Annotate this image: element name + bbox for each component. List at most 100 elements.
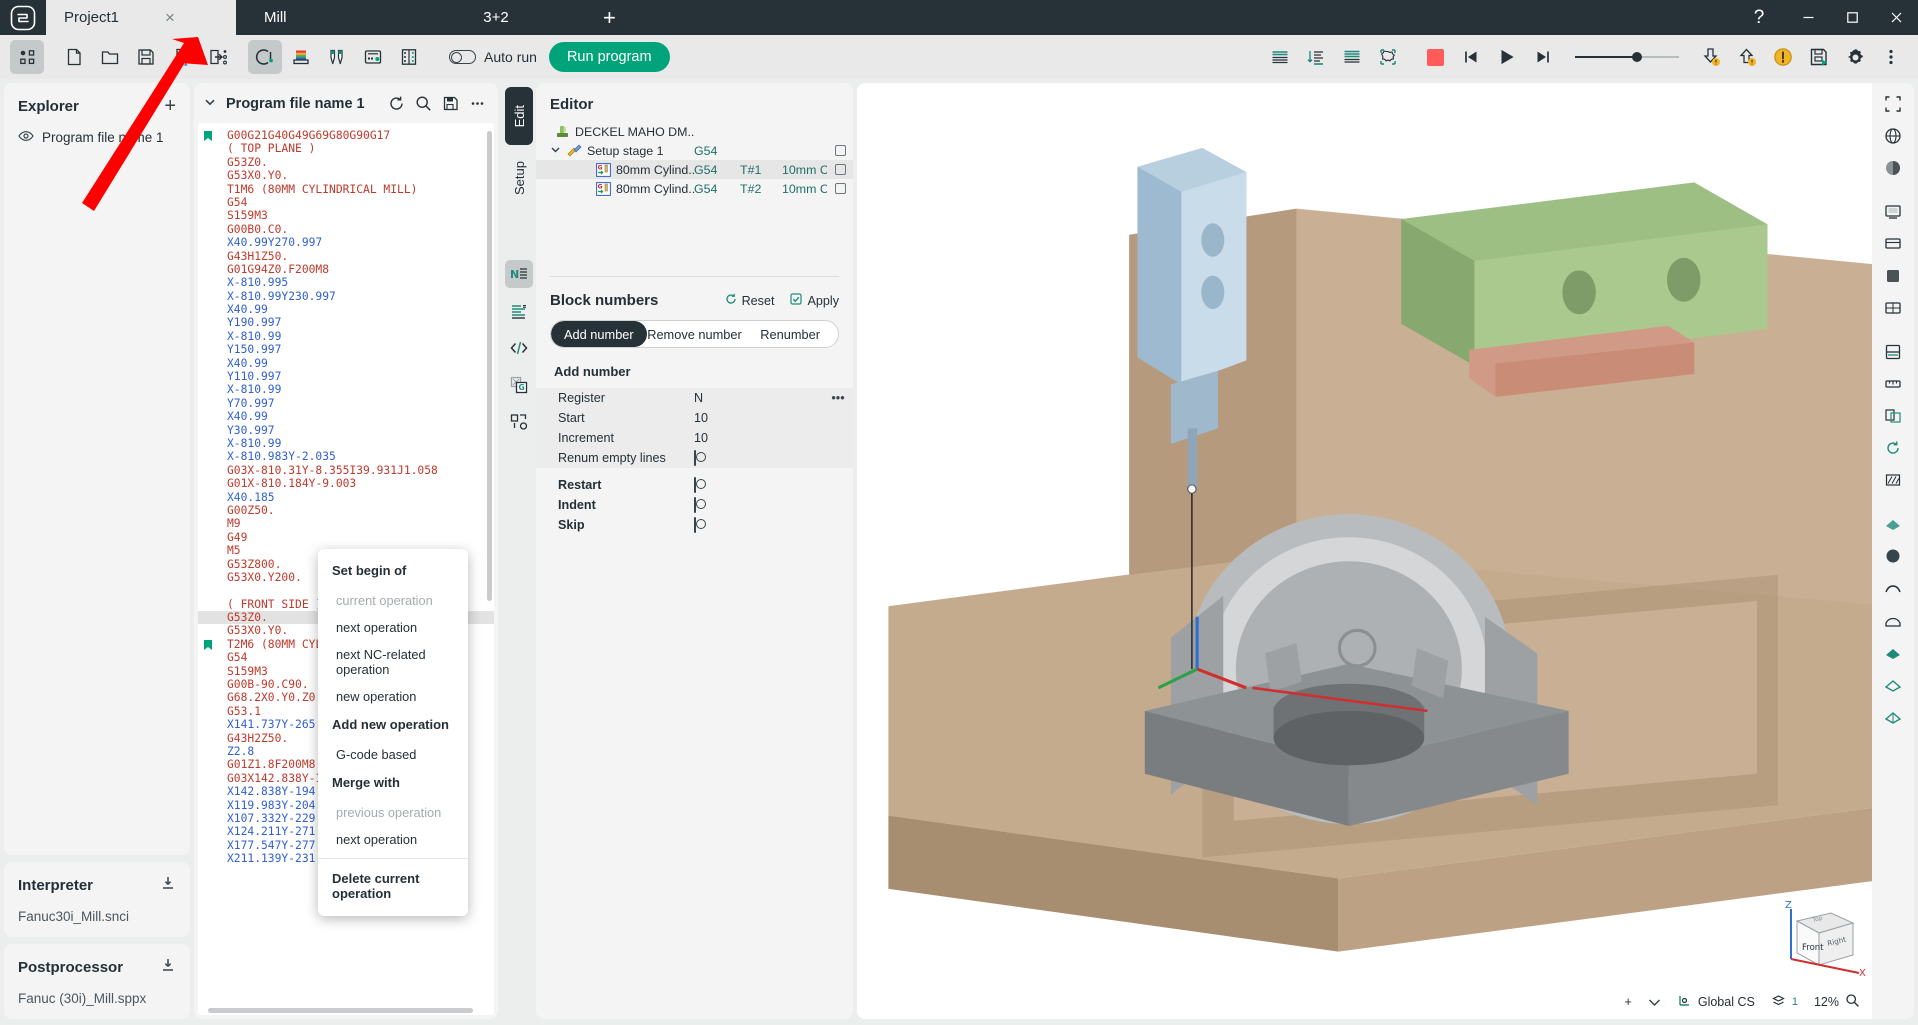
tab-remove-number[interactable]: Remove number — [647, 321, 743, 347]
compare-icon[interactable] — [1877, 401, 1909, 431]
bookmark-icon[interactable] — [203, 130, 217, 142]
tree-row-checkbox[interactable] — [827, 164, 853, 175]
explorer-item-program-file[interactable]: Program file name 1 — [18, 130, 176, 145]
measure-icon[interactable] — [1877, 369, 1909, 399]
transform-icon[interactable] — [505, 408, 533, 436]
download-icon[interactable] — [160, 957, 176, 978]
mode-tab[interactable]: 3+2 — [411, 0, 581, 35]
speed-slider-track[interactable] — [1575, 52, 1679, 62]
open-folder-icon[interactable] — [93, 40, 127, 74]
machine-view-icon[interactable] — [1877, 197, 1909, 227]
gcode-line[interactable]: G43H1Z50. — [198, 250, 494, 263]
line-format-icon[interactable] — [505, 297, 533, 325]
gcode-line[interactable]: G01X-810.184Y-9.003 — [198, 477, 494, 490]
gcode-line[interactable]: G01G94Z0.F200M8 — [198, 263, 494, 276]
sync-icon[interactable] — [1877, 433, 1909, 463]
play-icon[interactable] — [1490, 40, 1524, 74]
vtab-edit[interactable]: Edit — [505, 87, 533, 145]
property-more-icon[interactable]: ••• — [823, 391, 853, 405]
apply-button[interactable]: Apply — [790, 293, 839, 308]
tree-row[interactable]: DECKEL MAHO DM... — [536, 122, 853, 141]
refresh-icon[interactable] — [388, 95, 405, 112]
eye-icon[interactable] — [18, 130, 34, 145]
view-dropdown-chevron-icon[interactable] — [1648, 998, 1661, 1007]
magnifier-icon[interactable] — [1845, 993, 1860, 1011]
section-view-icon[interactable] — [1877, 337, 1909, 367]
gcode-line[interactable]: G49 — [198, 531, 494, 544]
property-row[interactable]: Start 10 — [536, 408, 853, 428]
save-icon[interactable] — [129, 40, 163, 74]
property-row[interactable]: Skip — [536, 515, 853, 535]
property-toggle[interactable] — [694, 517, 696, 533]
property-toggle[interactable] — [694, 450, 696, 466]
import-warn-icon[interactable] — [1694, 40, 1728, 74]
add-tab-button[interactable]: + — [581, 0, 638, 35]
run-program-button[interactable]: Run program — [548, 42, 670, 72]
sort-lines-icon[interactable] — [1299, 40, 1333, 74]
gcode-line[interactable]: G53Z0. — [198, 156, 494, 169]
gcode-line[interactable]: Y70.997 — [198, 397, 494, 410]
wire-view-icon[interactable] — [1877, 293, 1909, 323]
new-file-icon[interactable] — [57, 40, 91, 74]
gcode-line[interactable]: Y150.997 — [198, 343, 494, 356]
tools-icon[interactable] — [320, 40, 354, 74]
search-icon[interactable] — [415, 95, 432, 112]
warning-icon[interactable] — [1766, 40, 1800, 74]
gcode-line[interactable]: X-810.99 — [198, 330, 494, 343]
tree-row[interactable]: Setup stage 1 G54 — [536, 141, 853, 160]
settings-gear-icon[interactable] — [1838, 40, 1872, 74]
gcode-line[interactable]: ( TOP PLANE ) — [198, 142, 494, 155]
property-row[interactable]: Restart — [536, 475, 853, 495]
gcode-line[interactable]: M9 — [198, 517, 494, 530]
gcode-line[interactable]: X-810.99 — [198, 437, 494, 450]
property-value-toggle[interactable] — [694, 450, 823, 466]
control-panel-icon[interactable] — [356, 40, 390, 74]
gcode-line[interactable]: G53X0.Y0. — [198, 169, 494, 182]
plane-3-icon[interactable] — [1877, 669, 1909, 699]
gcode-line[interactable]: G00G21G40G49G69G80G90G17 — [198, 129, 494, 142]
gcode-context-menu[interactable]: Set begin of current operation next operat… — [318, 549, 468, 916]
copy-gcode-icon[interactable]: G — [505, 371, 533, 399]
machine-setup-icon[interactable] — [248, 40, 282, 74]
select-shape-icon[interactable] — [1371, 40, 1405, 74]
delete-current-operation-item[interactable]: Delete current operation — [318, 864, 468, 910]
machine-tab[interactable]: Mill — [236, 0, 411, 35]
sphere-icon[interactable] — [1877, 541, 1909, 571]
gcode-line[interactable]: X40.99 — [198, 303, 494, 316]
new-nc-file-icon[interactable]: N1 — [165, 40, 199, 74]
explorer-add-button[interactable]: + — [164, 96, 176, 116]
context-menu-item[interactable]: new operation — [318, 683, 468, 710]
maximize-icon[interactable] — [1830, 0, 1874, 35]
gcode-line[interactable]: T1M6 (80MM CYLINDRICAL MILL) — [198, 183, 494, 196]
speed-slider[interactable] — [1575, 52, 1679, 62]
tree-row-checkbox[interactable] — [827, 183, 853, 194]
close-window-icon[interactable] — [1874, 0, 1918, 35]
zoom-level[interactable]: 12% — [1814, 993, 1860, 1011]
gcode-line[interactable]: X40.99 — [198, 357, 494, 370]
download-icon[interactable] — [160, 875, 176, 896]
gcode-line[interactable]: X-810.995 — [198, 276, 494, 289]
indent-lines-icon[interactable] — [1335, 40, 1369, 74]
tab-renumber[interactable]: Renumber — [742, 321, 838, 347]
context-menu-item[interactable]: next operation — [318, 826, 468, 853]
context-menu-item[interactable]: G-code based — [318, 741, 468, 768]
save-run-icon[interactable] — [1802, 40, 1836, 74]
speed-slider-knob[interactable] — [1632, 52, 1643, 62]
export-warn-icon[interactable] — [1730, 40, 1764, 74]
property-row[interactable]: Increment 10 — [536, 428, 853, 448]
plane-2-icon[interactable] — [1877, 637, 1909, 667]
tab-add-number[interactable]: Add number — [551, 321, 647, 347]
stock-layers-icon[interactable] — [284, 40, 318, 74]
gcode-line[interactable]: X40.99Y270.997 — [198, 236, 494, 249]
vtab-setup[interactable]: Setup — [505, 149, 533, 207]
stop-icon[interactable] — [1418, 40, 1452, 74]
property-value[interactable]: 10 — [694, 431, 823, 445]
gcode-line[interactable]: Y30.997 — [198, 424, 494, 437]
property-toggle[interactable] — [694, 497, 696, 513]
gcode-line[interactable]: G00B0.C0. — [198, 223, 494, 236]
step-forward-icon[interactable] — [1526, 40, 1560, 74]
stock-view-icon[interactable] — [1877, 229, 1909, 259]
context-menu-item[interactable]: next operation — [318, 614, 468, 641]
align-lines-icon[interactable] — [1263, 40, 1297, 74]
shaded-view-icon[interactable] — [1877, 153, 1909, 183]
